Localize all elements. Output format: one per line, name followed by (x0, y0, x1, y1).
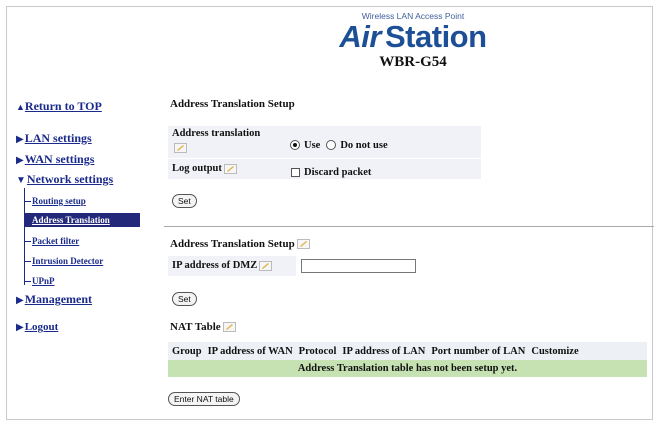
sidebar-item-lan-settings[interactable]: ▶LAN settings (16, 131, 92, 146)
nat-col-wan-ip: IP address of WAN (207, 346, 293, 357)
pencil-help-icon[interactable] (296, 239, 310, 250)
triangle-right-icon: ▶ (16, 295, 24, 306)
logo-station: Station (385, 19, 487, 54)
subitem-label: Address Translation (32, 215, 110, 225)
pencil-help-icon[interactable] (174, 143, 187, 153)
discard-packet-label: Discard packet (304, 166, 372, 178)
nat-col-protocol: Protocol (298, 346, 337, 357)
sidebar-subitem-packet-filter[interactable]: Packet filter (24, 234, 79, 248)
address-translation-label: Address translation (172, 128, 260, 139)
dmz-label-text: IP address of DMZ (172, 260, 258, 271)
sidebar-item-wan-settings[interactable]: ▶WAN settings (16, 152, 94, 167)
model-name: WBR-G54 (379, 54, 447, 70)
nat-col-lan-port: Port number of LAN (431, 346, 526, 357)
address-translation-options: Use Do not use (290, 136, 388, 154)
return-to-top-label: Return to TOP (24, 99, 102, 113)
triangle-right-icon: ▶ (16, 134, 24, 145)
triangle-down-icon: ▼ (16, 175, 26, 186)
set-dmz-button[interactable]: Set (172, 292, 197, 306)
nat-table-title: NAT Table (170, 321, 236, 333)
subitem-label: Routing setup (32, 196, 86, 206)
set-button[interactable]: Set (172, 194, 197, 208)
nat-table-empty-row: Address Translation table has not been s… (168, 360, 647, 377)
address-translation-text: Address translation (172, 128, 261, 139)
triangle-right-icon: ▶ (16, 322, 24, 333)
subitem-label: UPnP (32, 276, 55, 286)
subitem-label: Intrusion Detector (32, 256, 104, 266)
discard-packet-option: Discard packet (291, 163, 371, 181)
section-title-dmz: Address Translation Setup (170, 238, 310, 250)
sidebar-item-network-settings[interactable]: ▼Network settings (16, 172, 113, 187)
sidebar-item-management[interactable]: ▶Management (16, 292, 92, 307)
logo-air: Air (339, 19, 381, 54)
sidebar-subitem-routing-setup[interactable]: Routing setup (24, 194, 86, 208)
sidebar-item-label: WAN settings (24, 152, 95, 166)
triangle-right-icon: ▶ (16, 155, 24, 166)
sidebar-item-label: Management (24, 292, 93, 306)
nat-col-group: Group (172, 346, 202, 357)
do-not-use-radio[interactable] (326, 140, 337, 151)
nat-table-title-text: NAT Table (170, 321, 221, 333)
discard-packet-checkbox[interactable] (291, 167, 300, 177)
nat-col-lan-ip: IP address of LAN (342, 346, 426, 357)
sidebar-item-logout[interactable]: ▶Logout (16, 321, 58, 333)
use-label: Use (304, 139, 321, 151)
sidebar-subitem-upnp[interactable]: UPnP (24, 274, 55, 288)
dmz-label: IP address of DMZ (172, 260, 273, 271)
section-divider (164, 226, 654, 227)
sidebar-subitem-address-translation[interactable]: Address Translation (24, 213, 140, 227)
pencil-help-icon[interactable] (222, 322, 236, 333)
subitem-label: Packet filter (32, 236, 80, 246)
pencil-help-icon[interactable] (223, 163, 237, 174)
airstation-logo: Air Station (313, 19, 513, 55)
return-to-top-link[interactable]: ▲Return to TOP (16, 99, 102, 114)
do-not-use-label: Do not use (340, 139, 388, 151)
pencil-help-icon[interactable] (259, 260, 273, 271)
section-title-text: Address Translation Setup (170, 238, 295, 250)
section-title-address-translation: Address Translation Setup (170, 98, 295, 110)
nat-table-header: Group IP address of WAN Protocol IP addr… (168, 342, 647, 361)
sidebar-item-label: Network settings (26, 172, 114, 186)
triangle-up-icon: ▲ (16, 102, 25, 112)
log-output-text: Log output (172, 163, 222, 174)
log-output-label: Log output (172, 163, 237, 174)
sidebar-subitem-intrusion-detector[interactable]: Intrusion Detector (24, 254, 103, 268)
sidebar-item-label: Logout (24, 321, 59, 333)
enter-nat-table-button[interactable]: Enter NAT table (168, 392, 240, 406)
dmz-ip-input[interactable] (301, 259, 416, 273)
sidebar-item-label: LAN settings (24, 131, 92, 145)
nat-col-customize: Customize (531, 346, 579, 357)
use-radio[interactable] (290, 140, 300, 151)
